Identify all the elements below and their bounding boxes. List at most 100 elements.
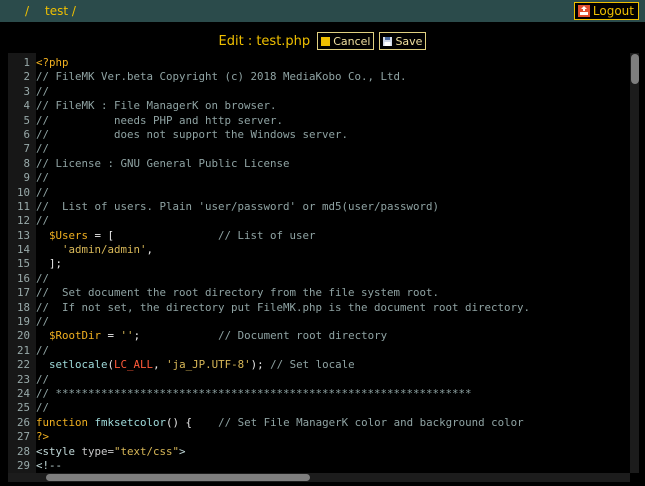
code-text: //: [36, 171, 49, 185]
code-token: // FileMK Ver.beta Copyright (c) 2018 Me…: [36, 70, 407, 84]
code-text: //: [36, 85, 49, 99]
code-token: <!--: [36, 458, 63, 472]
code-line: 6 // does not support the Windows server.: [8, 128, 530, 142]
code-line: 27 ?>: [8, 430, 530, 444]
code-token: // Document root directory: [218, 329, 388, 343]
code-line: 24 // ***********************************…: [8, 387, 530, 401]
line-number: 23: [16, 372, 30, 386]
code-line: 21 //: [8, 344, 530, 358]
code-token: // Set File ManagerK color and backgroun…: [218, 415, 524, 429]
code-text: //: [36, 315, 49, 329]
code-text: <?php: [36, 56, 69, 70]
logout-label: Logout: [592, 4, 634, 18]
line-number: 19: [16, 315, 30, 329]
code-lines: 1 <?php 2 // FileMK Ver.beta Copyright (c) …: [8, 56, 530, 482]
line-number: 25: [16, 401, 30, 415]
line-number: 15: [16, 257, 30, 271]
code-token: >: [179, 444, 186, 458]
code-text: <!--: [36, 459, 62, 473]
code-token: type=: [81, 444, 115, 458]
code-token: ,: [153, 358, 167, 372]
code-token: <style: [36, 444, 82, 458]
horizontal-scroll-thumb[interactable]: [46, 474, 310, 481]
code-line: 12 //: [8, 214, 530, 228]
code-token: //: [36, 171, 50, 185]
code-line: 7 //: [8, 142, 530, 156]
code-line: 8 // License : GNU General Public License: [8, 157, 530, 171]
code-token: // List of users. Plain 'user/password' …: [36, 199, 440, 213]
code-token: =: [101, 329, 121, 343]
line-number: 26: [16, 415, 30, 429]
code-token: // List of user: [218, 228, 316, 242]
code-line: 9 //: [8, 171, 530, 185]
line-number: 9: [23, 171, 30, 185]
line-number: 18: [16, 300, 30, 314]
code-text: $RootDir = ''; // Document root director…: [36, 329, 387, 343]
top-bar: / test / Logout: [0, 0, 645, 22]
code-text: ?>: [36, 430, 49, 444]
logout-icon: [577, 5, 590, 17]
line-number: 8: [23, 156, 30, 170]
code-text: //: [36, 186, 49, 200]
line-number: 21: [16, 343, 30, 357]
code-token: LC_ALL: [114, 358, 154, 372]
horizontal-scrollbar[interactable]: [8, 473, 630, 482]
cancel-button[interactable]: Cancel: [317, 32, 375, 50]
code-token: $Users: [49, 228, 89, 242]
line-number: 17: [16, 286, 30, 300]
code-text: //: [36, 142, 49, 156]
line-number: 11: [16, 199, 30, 213]
line-number: 4: [23, 99, 30, 113]
line-number: 28: [16, 444, 30, 458]
code-text: <style type="text/css">: [36, 445, 186, 459]
code-line: 5 // needs PHP and http server.: [8, 114, 530, 128]
code-line: 2 // FileMK Ver.beta Copyright (c) 2018 M…: [8, 70, 530, 84]
code-token: ,: [146, 243, 154, 257]
code-token: // does not support the Windows server.: [36, 127, 349, 141]
code-token: );: [250, 358, 271, 372]
code-text: 'admin/admin',: [36, 243, 153, 257]
code-line: 20 $RootDir = ''; // Document root direc…: [8, 329, 530, 343]
code-text: // List of users. Plain 'user/password' …: [36, 200, 439, 214]
code-text: // does not support the Windows server.: [36, 128, 348, 142]
vertical-scrollbar[interactable]: [630, 53, 639, 473]
breadcrumb-separator: /: [25, 4, 30, 18]
code-token: // Set document the root directory from …: [36, 286, 440, 300]
code-text: $Users = [ // List of user: [36, 229, 316, 243]
line-number: 20: [16, 329, 30, 343]
code-line: 23 //: [8, 373, 530, 387]
code-line: 25 //: [8, 401, 530, 415]
save-button[interactable]: Save: [379, 32, 427, 50]
floppy-disk-icon: [383, 36, 393, 46]
code-token: //: [36, 343, 50, 357]
code-token: //: [36, 214, 50, 228]
code-line: 14 'admin/admin',: [8, 243, 530, 257]
line-number: 10: [16, 185, 30, 199]
code-line: 4 // FileMK : File ManagerK on browser.: [8, 99, 530, 113]
code-token: ?>: [36, 430, 50, 444]
code-line: 1 <?php: [8, 56, 530, 70]
code-token: //: [36, 271, 50, 285]
code-text: // License : GNU General Public License: [36, 157, 290, 171]
code-editor[interactable]: 1 <?php 2 // FileMK Ver.beta Copyright (c) …: [8, 53, 640, 482]
code-line: 17 // Set document the root directory fro…: [8, 286, 530, 300]
cancel-icon: [321, 36, 331, 46]
code-text: //: [36, 214, 49, 228]
code-text: // *************************************…: [36, 387, 472, 401]
editor-header: Edit : test.php Cancel Save: [0, 31, 645, 51]
vertical-scroll-thumb[interactable]: [631, 54, 639, 84]
code-line: 13 $Users = [ // List of user: [8, 229, 530, 243]
logout-button[interactable]: Logout: [573, 2, 639, 20]
code-token: ;: [133, 329, 219, 343]
line-number: 12: [16, 214, 30, 228]
breadcrumb-current-folder[interactable]: test /: [45, 4, 76, 18]
line-number: 22: [16, 358, 30, 372]
line-number: 3: [23, 84, 30, 98]
line-number: 24: [16, 386, 30, 400]
code-text: ];: [36, 257, 62, 271]
code-token: //: [36, 401, 50, 415]
code-token: //: [36, 315, 50, 329]
